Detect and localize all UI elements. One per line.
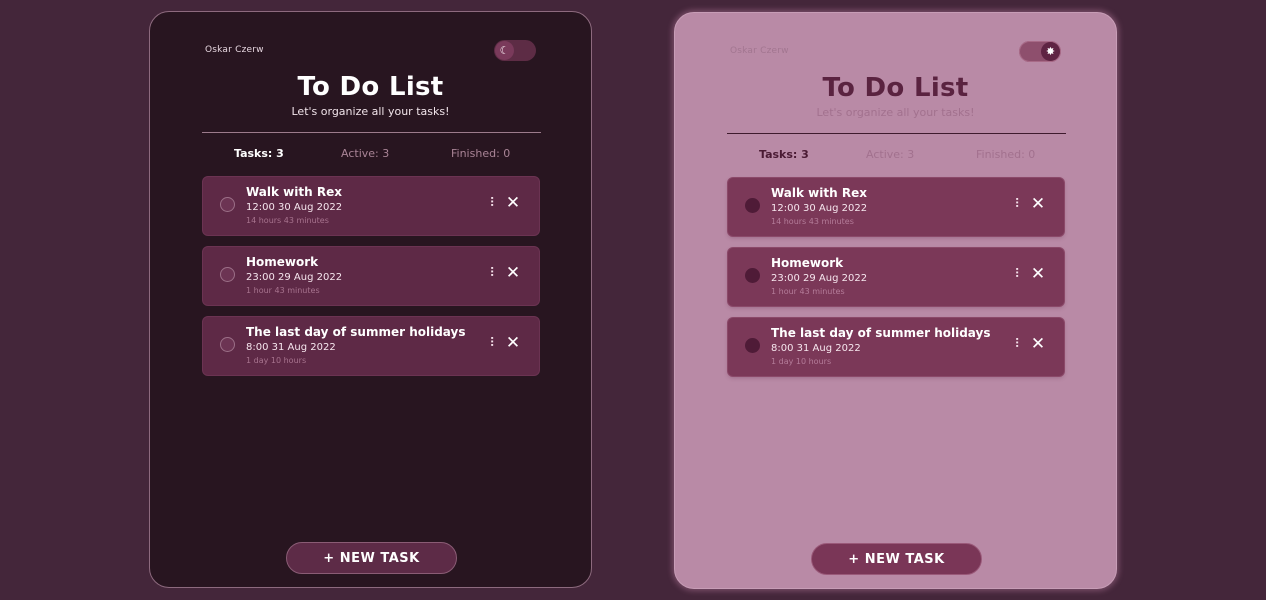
task-checkbox[interactable] [745, 338, 760, 353]
task-item[interactable]: Homework 23:00 29 Aug 2022 1 hour 43 min… [728, 248, 1064, 306]
task-checkbox[interactable] [220, 197, 235, 212]
page-title: To Do List [822, 73, 969, 103]
task-item[interactable]: Homework 23:00 29 Aug 2022 1 hour 43 min… [203, 247, 539, 305]
author-name: Oskar Czerw [205, 45, 264, 55]
task-item[interactable]: Walk with Rex 12:00 30 Aug 2022 14 hours… [728, 178, 1064, 236]
close-icon[interactable]: ✕ [1030, 336, 1046, 353]
new-task-button[interactable]: + NEW TASK [811, 543, 982, 575]
page-title: To Do List [297, 72, 444, 102]
todo-app-dark: Oskar Czerw ☾ To Do List Let's organize … [149, 11, 592, 588]
drag-handle-icon[interactable]: ⠇ [489, 337, 499, 351]
task-name: Homework [246, 255, 319, 269]
task-item[interactable]: Walk with Rex 12:00 30 Aug 2022 14 hours… [203, 177, 539, 235]
divider [727, 133, 1066, 134]
drag-handle-icon[interactable]: ⠇ [1014, 198, 1024, 212]
theme-toggle[interactable]: ✸ [1019, 41, 1061, 62]
tab-active[interactable]: Active: 3 [866, 148, 914, 161]
tab-tasks[interactable]: Tasks: 3 [234, 147, 284, 160]
task-remaining: 1 day 10 hours [771, 357, 832, 366]
close-icon[interactable]: ✕ [505, 265, 521, 282]
theme-toggle[interactable]: ☾ [494, 40, 536, 61]
task-date: 12:00 30 Aug 2022 [246, 202, 343, 213]
divider [202, 132, 541, 133]
drag-handle-icon[interactable]: ⠇ [489, 197, 499, 211]
moon-icon: ☾ [495, 41, 514, 60]
task-name: The last day of summer holidays [246, 325, 466, 339]
task-remaining: 14 hours 43 minutes [771, 217, 854, 226]
task-remaining: 1 hour 43 minutes [246, 286, 320, 295]
page-subtitle: Let's organize all your tasks! [291, 105, 450, 118]
drag-handle-icon[interactable]: ⠇ [1014, 338, 1024, 352]
page-subtitle: Let's organize all your tasks! [816, 106, 975, 119]
task-item[interactable]: The last day of summer holidays 8:00 31 … [728, 318, 1064, 376]
task-name: Walk with Rex [246, 185, 342, 199]
task-date: 8:00 31 Aug 2022 [246, 342, 336, 353]
task-checkbox[interactable] [745, 198, 760, 213]
task-name: The last day of summer holidays [771, 326, 991, 340]
tab-tasks[interactable]: Tasks: 3 [759, 148, 809, 161]
close-icon[interactable]: ✕ [1030, 266, 1046, 283]
close-icon[interactable]: ✕ [1030, 196, 1046, 213]
drag-handle-icon[interactable]: ⠇ [1014, 268, 1024, 282]
author-name: Oskar Czerw [730, 46, 789, 56]
task-remaining: 1 day 10 hours [246, 356, 307, 365]
tab-finished[interactable]: Finished: 0 [976, 148, 1035, 161]
drag-handle-icon[interactable]: ⠇ [489, 267, 499, 281]
task-name: Homework [771, 256, 844, 270]
task-name: Walk with Rex [771, 186, 867, 200]
task-item[interactable]: The last day of summer holidays 8:00 31 … [203, 317, 539, 375]
task-date: 8:00 31 Aug 2022 [771, 343, 861, 354]
task-date: 12:00 30 Aug 2022 [771, 203, 868, 214]
task-remaining: 14 hours 43 minutes [246, 216, 329, 225]
task-checkbox[interactable] [745, 268, 760, 283]
task-checkbox[interactable] [220, 267, 235, 282]
sun-icon: ✸ [1041, 42, 1060, 61]
task-remaining: 1 hour 43 minutes [771, 287, 845, 296]
task-date: 23:00 29 Aug 2022 [246, 272, 343, 283]
tab-finished[interactable]: Finished: 0 [451, 147, 510, 160]
task-date: 23:00 29 Aug 2022 [771, 273, 868, 284]
new-task-button[interactable]: + NEW TASK [286, 542, 457, 574]
tab-active[interactable]: Active: 3 [341, 147, 389, 160]
task-checkbox[interactable] [220, 337, 235, 352]
close-icon[interactable]: ✕ [505, 335, 521, 352]
close-icon[interactable]: ✕ [505, 195, 521, 212]
todo-app-light: Oskar Czerw ✸ To Do List Let's organize … [674, 12, 1117, 589]
